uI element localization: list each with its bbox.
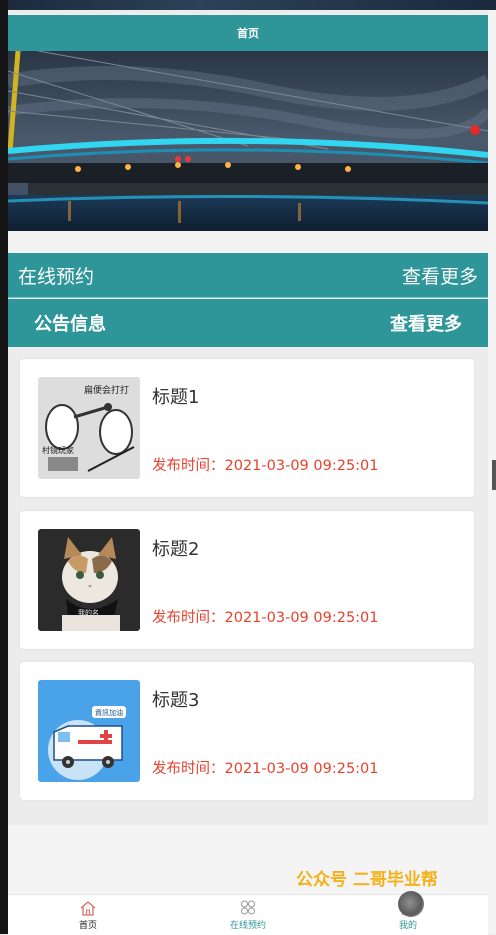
divider bbox=[8, 231, 488, 253]
notice-thumb-ambulance: 資訊加油 bbox=[38, 680, 140, 782]
notice-publish-time: 发布时间：2021-03-09 09:25:01 bbox=[152, 610, 379, 626]
tab-booking-label: 在线预约 bbox=[229, 920, 266, 931]
notice-title-text: 标题2 bbox=[152, 539, 200, 560]
floating-touch-indicator[interactable] bbox=[398, 891, 424, 917]
notice-list: 扁便会打打 村镜玩家 标题1 发布时间：2021-03-09 09:25:01 bbox=[8, 347, 488, 825]
home-icon bbox=[80, 900, 96, 916]
notice-title-text: 标题1 bbox=[152, 387, 200, 408]
notice-thumb-cartoon: 扁便会打打 村镜玩家 bbox=[38, 377, 140, 479]
notice-title: 公告信息 bbox=[34, 314, 106, 335]
notice-publish-time: 发布时间：2021-03-09 09:25:01 bbox=[152, 458, 379, 474]
svg-text:扁便会打打: 扁便会打打 bbox=[84, 384, 129, 396]
banner-carousel[interactable] bbox=[8, 51, 488, 231]
tab-booking[interactable]: 在线预约 bbox=[168, 895, 328, 935]
top-strip bbox=[0, 0, 496, 10]
notice-card[interactable]: 扁便会打打 村镜玩家 标题1 发布时间：2021-03-09 09:25:01 bbox=[20, 359, 474, 497]
svg-text:資訊加油: 資訊加油 bbox=[95, 708, 123, 717]
carousel-indicator[interactable] bbox=[470, 125, 480, 135]
scrollbar-thumb[interactable] bbox=[492, 460, 496, 490]
notice-card[interactable]: 我的名 标题2 发布时间：2021-03-09 09:25:01 bbox=[20, 511, 474, 649]
left-edge bbox=[0, 0, 8, 934]
notice-thumb-cat: 我的名 bbox=[38, 529, 140, 631]
booking-title: 在线预约 bbox=[18, 265, 95, 288]
booking-section-header: 在线预约 查看更多 bbox=[8, 253, 488, 298]
page-title: 首页 bbox=[8, 15, 488, 51]
tab-mine-label: 我的 bbox=[398, 920, 417, 931]
booking-more-link[interactable]: 查看更多 bbox=[402, 262, 478, 289]
banner-image bbox=[8, 51, 488, 231]
svg-text:村镜玩家: 村镜玩家 bbox=[42, 445, 74, 455]
notice-more-link[interactable]: 查看更多 bbox=[390, 310, 462, 336]
tab-home-label: 首页 bbox=[78, 920, 97, 931]
notice-card[interactable]: 資訊加油 标题3 发布时间：2021-03-09 09:25:01 bbox=[20, 662, 474, 800]
tab-home[interactable]: 首页 bbox=[8, 895, 168, 935]
app-page: 首页 在线预约 查看更多 公告信息 查看更多 扁便会打打 村镜玩家 标题1 发布… bbox=[8, 10, 488, 935]
watermark-text: 公众号 二哥毕业帮 bbox=[296, 870, 438, 890]
grid-icon bbox=[241, 900, 255, 914]
notice-title-text: 标题3 bbox=[152, 690, 200, 711]
notice-publish-time: 发布时间：2021-03-09 09:25:01 bbox=[152, 761, 379, 777]
notice-section-header: 公告信息 查看更多 bbox=[8, 299, 488, 347]
